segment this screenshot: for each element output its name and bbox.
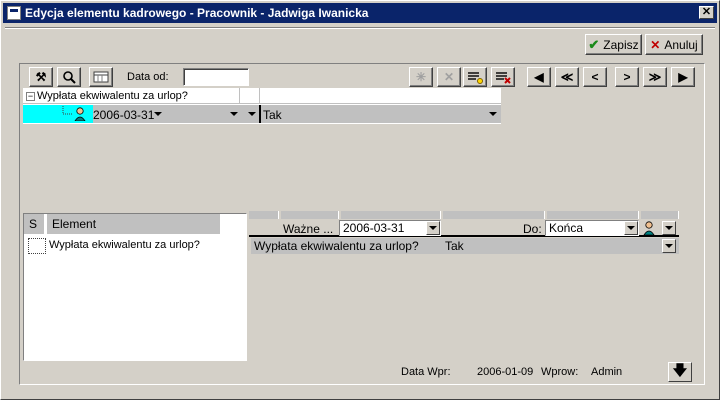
valid-date-dropdown-icon[interactable] — [426, 221, 440, 235]
valid-date-value: 2006-03-31 — [343, 221, 405, 235]
window-close-button[interactable]: ✕ — [699, 6, 714, 19]
tools-button[interactable]: ⚒ — [29, 67, 53, 87]
new-record-button[interactable]: ✳ — [409, 67, 433, 87]
valid-date-combo[interactable]: 2006-03-31 — [339, 220, 441, 236]
nav-next-page-button[interactable]: ≫ — [643, 67, 667, 87]
col-element-header[interactable]: Element — [46, 214, 220, 234]
entered-by-value: Admin — [591, 366, 623, 378]
nav-first-button[interactable]: ◀ — [527, 67, 551, 87]
calendar-button[interactable] — [89, 67, 113, 87]
valid-label: Ważne ... — [283, 222, 334, 236]
chevron-right-icon: > — [623, 70, 631, 84]
value-row-label: Wypłata ekwiwalentu za urlop? — [254, 239, 419, 253]
scroll-down-button[interactable]: 🡇 — [668, 362, 692, 382]
tools-icon: ⚒ — [35, 70, 47, 84]
save-button-label: Zapisz — [603, 37, 639, 52]
entry-date-value: 2006-01-09 — [477, 366, 534, 378]
right-header-col-1 — [249, 211, 279, 219]
tree-entry-date: 2006-03-31 — [93, 108, 155, 122]
elements-grid: S Element Wypłata ekwiwalentu za urlop? — [23, 213, 247, 361]
double-chevron-left-icon: ≪ — [560, 70, 574, 84]
triangle-right-icon: ▶ — [678, 70, 688, 84]
right-header-col-6 — [641, 211, 679, 219]
tree-focus-divider — [259, 105, 261, 123]
to-dropdown-icon[interactable] — [624, 221, 638, 235]
double-chevron-right-icon: ≫ — [648, 70, 662, 84]
tree-root-label: Wypłata ekwiwalentu za urlop? — [37, 90, 188, 102]
to-combo[interactable]: Końca — [545, 220, 639, 236]
right-header-col-3 — [341, 211, 441, 219]
row-status-checkbox[interactable] — [28, 238, 46, 254]
edit-window: Edycja elementu kadrowego - Pracownik - … — [0, 0, 720, 400]
date-dropdown-icon[interactable] — [154, 112, 162, 116]
value-row-value: Tak — [445, 239, 464, 253]
right-header-col-2 — [281, 211, 339, 219]
cancel-button-label: Anuluj — [664, 37, 698, 52]
tree-entry-row[interactable]: 2006-03-31 Tak — [23, 105, 501, 123]
date-from-label: Data od: — [127, 71, 169, 83]
tree-divider — [239, 88, 240, 104]
delete-row-icon — [496, 72, 511, 84]
cancel-x-icon: ✕ — [650, 37, 661, 52]
right-header-col-5 — [547, 211, 639, 219]
search-button[interactable] — [57, 67, 81, 87]
date-from-input[interactable] — [183, 68, 249, 86]
title-bar[interactable]: Edycja elementu kadrowego - Pracownik - … — [3, 3, 717, 23]
entered-by-label: Wprow: — [541, 366, 579, 378]
value-dropdown-icon[interactable] — [489, 112, 497, 116]
to-label: Do: — [523, 222, 542, 236]
search-icon — [63, 71, 76, 84]
tree-entry-value: Tak — [263, 108, 282, 122]
cancel-button[interactable]: ✕ Anuluj — [645, 34, 703, 55]
list-item[interactable]: Wypłata ekwiwalentu za urlop? — [49, 239, 200, 251]
entry-date-label: Data Wpr: — [401, 366, 451, 378]
save-button[interactable]: ✔ Zapisz — [585, 34, 642, 55]
tree-root-row[interactable]: − Wypłata ekwiwalentu za urlop? — [23, 88, 501, 104]
tree-divider-2 — [259, 88, 260, 104]
arrow-down-icon: 🡇 — [672, 362, 688, 378]
selected-cell — [23, 105, 93, 123]
to-value: Końca — [549, 221, 584, 235]
nav-next-button[interactable]: > — [615, 67, 639, 87]
col-dropdown-icon[interactable] — [230, 112, 238, 116]
add-row-icon — [468, 72, 483, 84]
person-dropdown-icon[interactable] — [662, 221, 676, 235]
x-icon: ✕ — [443, 70, 455, 84]
nav-prev-button[interactable]: < — [583, 67, 607, 87]
triangle-left-icon: ◀ — [534, 70, 544, 84]
collapse-icon[interactable]: − — [26, 92, 35, 101]
add-row-button[interactable] — [463, 67, 487, 87]
nav-prev-page-button[interactable]: ≪ — [555, 67, 579, 87]
nav-last-button[interactable]: ▶ — [671, 67, 695, 87]
col-dropdown-icon-2[interactable] — [248, 112, 256, 116]
history-tree: − Wypłata ekwiwalentu za urlop? 2006-03-… — [23, 88, 501, 124]
window-title: Edycja elementu kadrowego - Pracownik - … — [25, 6, 369, 20]
right-header-col-4 — [443, 211, 545, 219]
calendar-icon — [93, 71, 109, 83]
tree-connector-icon — [62, 106, 73, 115]
top-separator — [5, 27, 715, 29]
value-row[interactable]: Wypłata ekwiwalentu za urlop? Tak — [251, 238, 679, 254]
chevron-left-icon: < — [591, 70, 599, 84]
delete-row-button[interactable] — [491, 67, 515, 87]
person-icon — [74, 107, 86, 121]
col-s-header[interactable]: S — [24, 214, 44, 234]
delete-disabled-button[interactable]: ✕ — [437, 67, 461, 87]
checkmark-icon: ✔ — [588, 36, 600, 52]
sparkle-icon: ✳ — [415, 70, 427, 84]
person-icon[interactable] — [642, 221, 656, 235]
value-row-dropdown-icon[interactable] — [662, 239, 676, 253]
window-app-icon — [7, 6, 21, 20]
